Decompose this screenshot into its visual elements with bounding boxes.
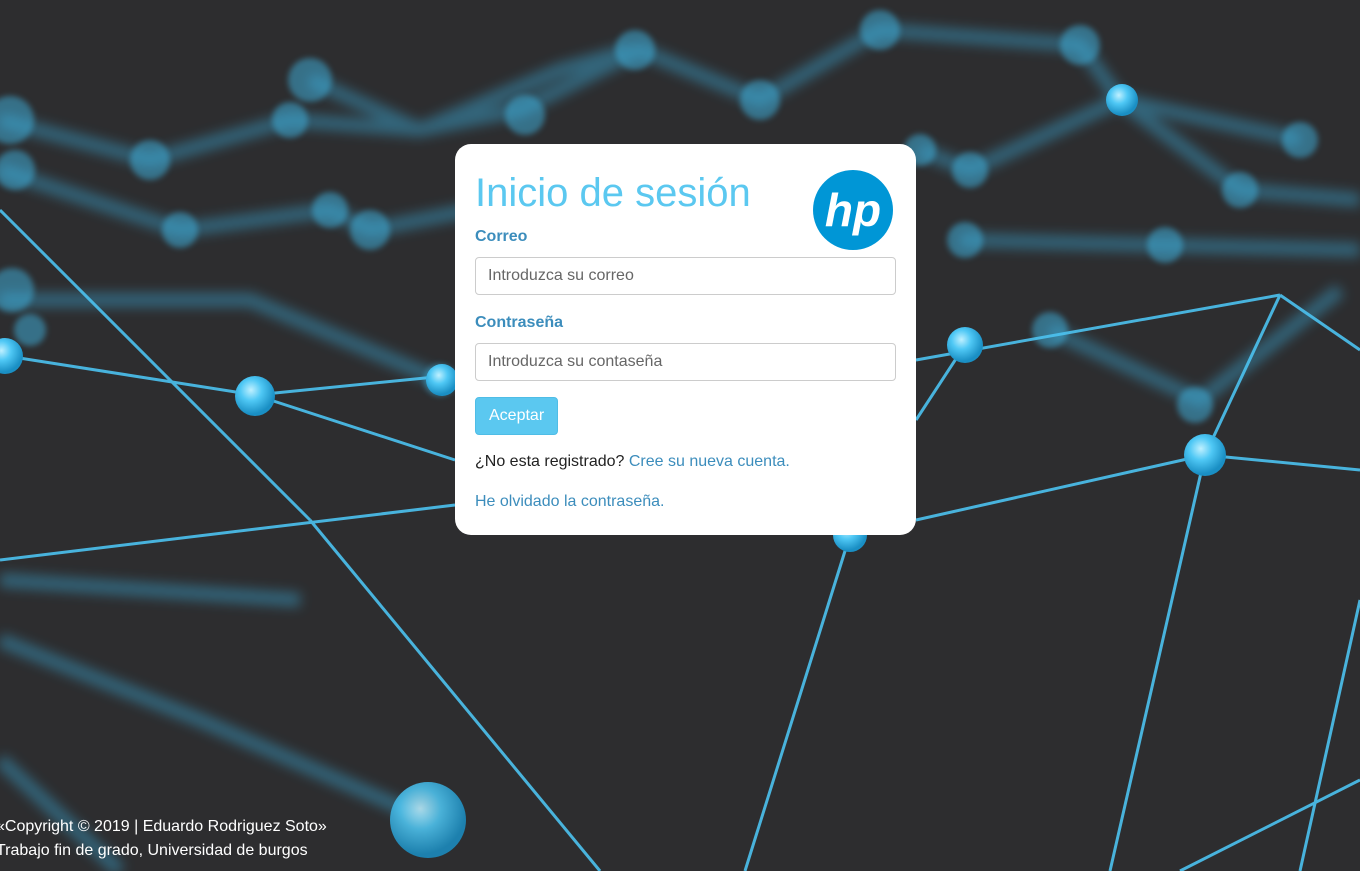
password-label: Contraseña — [475, 314, 564, 331]
forgot-password-link[interactable]: He olvidado la contraseña. — [475, 493, 664, 511]
hp-logo-icon: hp — [813, 170, 893, 250]
page-title: Inicio de sesión — [475, 171, 751, 215]
submit-button[interactable]: Aceptar — [475, 397, 559, 435]
register-link[interactable]: Cree su nueva cuenta. — [629, 453, 790, 470]
register-row: ¿No esta registrado? Cree su nueva cuent… — [475, 453, 790, 471]
login-card: Inicio de sesión hp Correo Contraseña Ac… — [455, 144, 916, 535]
register-prompt: ¿No esta registrado? — [475, 453, 625, 470]
email-label: Correo — [475, 228, 528, 245]
email-field[interactable] — [475, 257, 896, 295]
footer-project: Trabajo fin de grado, Universidad de bur… — [0, 842, 308, 859]
password-field[interactable] — [475, 343, 896, 381]
footer-copyright: «Copyright © 2019 | Eduardo Rodriguez So… — [0, 818, 327, 835]
svg-text:hp: hp — [825, 184, 881, 236]
footer: «Copyright © 2019 | Eduardo Rodriguez So… — [0, 815, 327, 863]
